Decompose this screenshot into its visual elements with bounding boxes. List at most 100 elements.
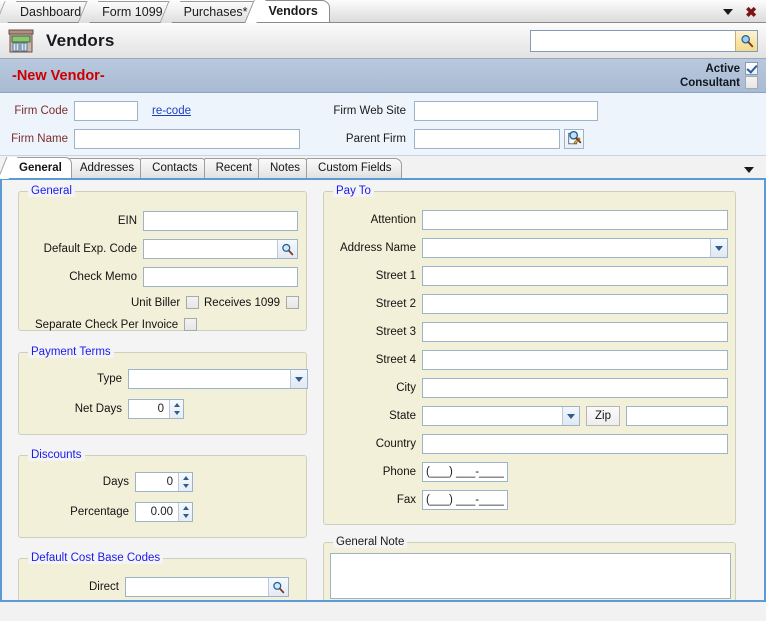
- country-field: [422, 434, 728, 454]
- fax-input[interactable]: [423, 491, 507, 509]
- firm-code-input[interactable]: [74, 101, 138, 121]
- parent-firm-field: Parent Firm: [330, 129, 584, 149]
- receives-1099-row: Receives 1099: [204, 296, 300, 309]
- net-days-input[interactable]: [129, 400, 169, 418]
- attention-input[interactable]: [423, 211, 727, 229]
- address-name-label: Address Name: [339, 242, 416, 254]
- default-exp-code-lookup-button[interactable]: [277, 240, 297, 258]
- street2-field: [422, 294, 728, 314]
- unit-biller-checkbox[interactable]: [186, 296, 200, 309]
- consultant-label: Consultant: [679, 76, 740, 89]
- close-icon[interactable]: ✖: [745, 5, 757, 19]
- discount-days-field: [135, 472, 193, 492]
- tab-contacts[interactable]: Contacts: [140, 158, 208, 178]
- group-default-cost-base-codes: Default Cost Base Codes Direct Indirect: [18, 552, 307, 600]
- window-tab-label: Purchases*: [183, 5, 248, 19]
- general-note-textarea[interactable]: [330, 553, 731, 599]
- tab-notes[interactable]: Notes: [258, 158, 311, 178]
- discount-days-input[interactable]: [136, 473, 178, 491]
- payment-type-input[interactable]: [129, 370, 290, 388]
- address-name-field[interactable]: [422, 238, 728, 258]
- street1-field: [422, 266, 728, 286]
- phone-input[interactable]: [423, 463, 507, 481]
- window-tab-vendors[interactable]: Vendors: [254, 0, 330, 22]
- firm-code-label: Firm Code: [14, 105, 68, 117]
- window-tab-label: Form 1099: [102, 5, 163, 19]
- tab-custom-fields[interactable]: Custom Fields: [306, 158, 402, 178]
- discount-days-stepper[interactable]: [178, 473, 192, 491]
- check-memo-input[interactable]: [144, 268, 297, 286]
- group-payment-terms-legend: Payment Terms: [28, 346, 114, 358]
- consultant-checkbox-row: Consultant: [680, 76, 758, 89]
- net-days-label: Net Days: [74, 403, 122, 415]
- street3-field: [422, 322, 728, 342]
- group-payment-terms: Payment Terms Type Net Days: [18, 346, 308, 435]
- zip-button[interactable]: Zip: [586, 406, 620, 426]
- payment-type-field[interactable]: [128, 369, 308, 389]
- banner-checkbox-group: Active Consultant: [680, 62, 758, 89]
- discount-days-label: Days: [102, 476, 129, 488]
- tab-label: Custom Fields: [318, 162, 392, 174]
- default-exp-code-input[interactable]: [144, 240, 277, 258]
- parent-firm-input[interactable]: [414, 129, 560, 149]
- record-banner: -New Vendor- Active Consultant: [0, 59, 766, 93]
- discount-percentage-field: [135, 502, 193, 522]
- search-input[interactable]: [531, 30, 735, 51]
- group-general-note-legend: General Note: [333, 536, 408, 548]
- street3-input[interactable]: [423, 323, 727, 341]
- firm-web-site-input[interactable]: [414, 101, 598, 121]
- receives-1099-checkbox[interactable]: [286, 296, 300, 309]
- state-chevron-down-icon[interactable]: [562, 407, 579, 425]
- active-label: Active: [705, 62, 740, 75]
- firm-name-input[interactable]: [74, 129, 300, 149]
- separate-check-checkbox[interactable]: [184, 318, 198, 331]
- fax-label: Fax: [396, 494, 416, 506]
- firm-web-site-label: Firm Web Site: [333, 105, 406, 117]
- phone-field: [422, 462, 508, 482]
- window-controls: ✖: [723, 5, 766, 22]
- header-search: [530, 29, 758, 52]
- tab-label: Recent: [215, 162, 252, 174]
- direct-field: [125, 577, 289, 597]
- direct-input[interactable]: [126, 578, 268, 596]
- tab-addresses[interactable]: Addresses: [67, 158, 145, 178]
- country-label: Country: [375, 438, 416, 450]
- city-input[interactable]: [423, 379, 727, 397]
- group-general-note: General Note: [323, 536, 736, 600]
- chevron-down-icon[interactable]: [723, 9, 734, 15]
- ein-input[interactable]: [144, 212, 297, 230]
- magnifier-icon[interactable]: [568, 130, 582, 144]
- unit-biller-label: Unit Biller: [131, 296, 181, 309]
- tab-general[interactable]: General: [7, 157, 72, 178]
- consultant-checkbox[interactable]: [745, 76, 758, 89]
- active-checkbox[interactable]: [745, 62, 758, 75]
- net-days-field: [128, 399, 184, 419]
- address-name-input[interactable]: [423, 239, 710, 257]
- direct-lookup-button[interactable]: [268, 578, 288, 596]
- country-input[interactable]: [423, 435, 727, 453]
- tab-label: General: [19, 162, 62, 174]
- state-field[interactable]: [422, 406, 580, 426]
- search-button[interactable]: [735, 30, 757, 51]
- address-name-chevron-down-icon[interactable]: [710, 239, 727, 257]
- tab-overflow-chevron-down-icon[interactable]: [744, 167, 754, 173]
- state-input[interactable]: [423, 407, 562, 425]
- tab-recent[interactable]: Recent: [203, 158, 262, 178]
- city-label: City: [396, 382, 416, 394]
- magnifier-icon: [740, 34, 753, 47]
- state-label: State: [389, 410, 416, 422]
- re-code-link[interactable]: re-code: [152, 105, 191, 117]
- firm-web-site-field: Firm Web Site: [330, 101, 598, 121]
- default-exp-code-label: Default Exp. Code: [43, 243, 137, 255]
- discount-percentage-stepper[interactable]: [178, 503, 192, 521]
- zip-input[interactable]: [627, 407, 727, 425]
- phone-label: Phone: [382, 466, 416, 478]
- firm-name-label: Firm Name: [11, 133, 68, 145]
- street4-input[interactable]: [423, 351, 727, 369]
- discount-percentage-input[interactable]: [136, 503, 178, 521]
- net-days-stepper[interactable]: [169, 400, 183, 418]
- payment-type-chevron-down-icon[interactable]: [290, 370, 307, 388]
- street4-label: Street 4: [375, 354, 416, 366]
- street2-input[interactable]: [423, 295, 727, 313]
- street1-input[interactable]: [423, 267, 727, 285]
